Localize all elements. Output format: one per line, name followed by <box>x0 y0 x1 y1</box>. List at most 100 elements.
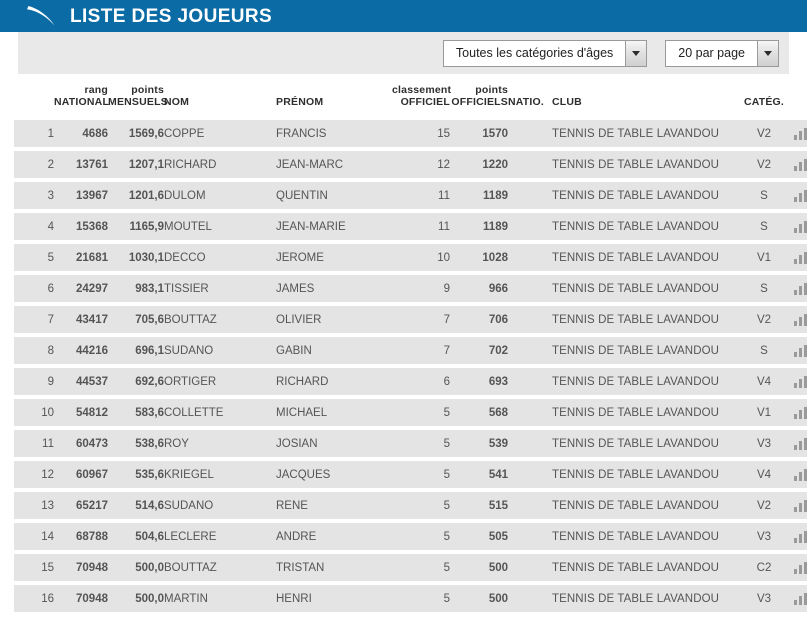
cell-rang-national[interactable]: 60473 <box>54 430 108 458</box>
bar-chart-icon[interactable] <box>793 313 807 326</box>
bar-chart-icon[interactable] <box>793 592 807 605</box>
column-header-club[interactable]: CLUB <box>552 78 742 117</box>
cell-points-officiels[interactable]: 693 <box>450 368 508 396</box>
cell-stats[interactable] <box>786 368 807 396</box>
table-row[interactable]: 1 4686 1569,6 COPPE FRANCIS 15 1570 TENNIS DE T… <box>14 120 807 148</box>
cell-stats[interactable] <box>786 275 807 303</box>
column-header-stats <box>786 78 807 117</box>
column-header-rang-national[interactable]: rang NATIONAL <box>54 78 109 117</box>
cell-points-officiels[interactable]: 500 <box>450 585 508 613</box>
table-row[interactable]: 10 54812 583,6 COLLETTE MICHAEL 5 568 TENNIS DE… <box>14 399 807 427</box>
cell-points-officiels[interactable]: 539 <box>450 430 508 458</box>
table-row[interactable]: 15 70948 500,0 BOUTTAZ TRISTAN 5 500 TENNIS DE … <box>14 554 807 582</box>
column-header-natio[interactable]: NATIO. <box>508 78 552 117</box>
cell-points-mensuels: 535,6 <box>108 461 164 489</box>
cell-stats[interactable] <box>786 554 807 582</box>
bar-chart-icon[interactable] <box>793 468 807 481</box>
cell-rang-national[interactable]: 54812 <box>54 399 108 427</box>
cell-points-officiels[interactable]: 1189 <box>450 182 508 210</box>
table-row[interactable]: 8 44216 696,1 SUDANO GABIN 7 702 TENNIS DE TABL… <box>14 337 807 365</box>
table-row[interactable]: 14 68788 504,6 LECLERE ANDRE 5 505 TENNIS DE TA… <box>14 523 807 551</box>
cell-stats[interactable] <box>786 306 807 334</box>
cell-rang-national[interactable]: 24297 <box>54 275 108 303</box>
cell-stats[interactable] <box>786 337 807 365</box>
column-header-classement-officiel[interactable]: classement OFFICIEL <box>392 78 451 117</box>
cell-stats[interactable] <box>786 244 807 272</box>
caret-glyph <box>764 50 772 56</box>
cell-stats[interactable] <box>786 461 807 489</box>
chevron-down-icon[interactable] <box>625 40 647 66</box>
bar-chart-icon[interactable] <box>793 375 807 388</box>
column-header-nom[interactable]: NOM <box>164 78 276 117</box>
table-row[interactable]: 2 13761 1207,1 RICHARD JEAN-MARC 12 1220 TENNIS… <box>14 151 807 179</box>
column-header-prenom[interactable]: PRÉNOM <box>276 78 392 117</box>
bar-chart-icon[interactable] <box>793 127 807 140</box>
cell-points-officiels[interactable]: 500 <box>450 554 508 582</box>
cell-rang-national[interactable]: 13761 <box>54 151 108 179</box>
table-row[interactable]: 3 13967 1201,6 DULOM QUENTIN 11 1189 TENNIS DE … <box>14 182 807 210</box>
cell-points-officiels[interactable]: 706 <box>450 306 508 334</box>
cell-rang-national[interactable]: 13967 <box>54 182 108 210</box>
cell-stats[interactable] <box>786 430 807 458</box>
cell-stats[interactable] <box>786 585 807 613</box>
bar-chart-icon[interactable] <box>793 561 807 574</box>
bar-chart-icon[interactable] <box>793 220 807 233</box>
table-row[interactable]: 16 70948 500,0 MARTIN HENRI 5 500 TENNIS DE TAB… <box>14 585 807 613</box>
page-size-select[interactable]: 20 par page <box>665 39 779 67</box>
table-row[interactable]: 11 60473 538,6 ROY JOSIAN 5 539 TENNIS DE TABLE… <box>14 430 807 458</box>
cell-rang-national[interactable]: 70948 <box>54 585 108 613</box>
cell-points-officiels[interactable]: 1189 <box>450 213 508 241</box>
bar-chart-icon[interactable] <box>793 437 807 450</box>
cell-rang-national[interactable]: 21681 <box>54 244 108 272</box>
cell-rang-national[interactable]: 65217 <box>54 492 108 520</box>
column-header-points-officiels[interactable]: points OFFICIELS <box>450 78 508 117</box>
cell-stats[interactable] <box>786 120 807 148</box>
cell-rang-national[interactable]: 44537 <box>54 368 108 396</box>
bar-chart-icon[interactable] <box>793 344 807 357</box>
cell-rang-national[interactable]: 70948 <box>54 554 108 582</box>
column-header-points-mensuels[interactable]: points MENSUELS <box>108 78 168 117</box>
bar-chart-icon[interactable] <box>793 189 807 202</box>
cell-points-mensuels: 983,1 <box>108 275 164 303</box>
cell-rang-national[interactable]: 60967 <box>54 461 108 489</box>
bar-chart-icon[interactable] <box>793 282 807 295</box>
cell-rang-national[interactable]: 43417 <box>54 306 108 334</box>
table-row[interactable]: 12 60967 535,6 KRIEGEL JACQUES 5 541 TENNIS DE … <box>14 461 807 489</box>
table-row[interactable]: 6 24297 983,1 TISSIER JAMES 9 966 TENNIS DE TAB… <box>14 275 807 303</box>
cell-stats[interactable] <box>786 399 807 427</box>
cell-rang-national[interactable]: 4686 <box>54 120 108 148</box>
table-row[interactable]: 9 44537 692,6 ORTIGER RICHARD 6 693 TENNIS DE T… <box>14 368 807 396</box>
cell-stats[interactable] <box>786 213 807 241</box>
table-row[interactable]: 4 15368 1165,9 MOUTEL JEAN-MARIE 11 1189 TENNIS… <box>14 213 807 241</box>
bar-chart-icon[interactable] <box>793 158 807 171</box>
table-row[interactable]: 7 43417 705,6 BOUTTAZ OLIVIER 7 706 TENNIS DE T… <box>14 306 807 334</box>
cell-points-officiels[interactable]: 505 <box>450 523 508 551</box>
cell-natio <box>508 306 552 334</box>
cell-points-officiels[interactable]: 966 <box>450 275 508 303</box>
cell-points-officiels[interactable]: 541 <box>450 461 508 489</box>
cell-natio <box>508 585 552 613</box>
table-row[interactable]: 13 65217 514,6 SUDANO RENE 5 515 TENNIS DE TABL… <box>14 492 807 520</box>
cell-club: TENNIS DE TABLE LAVANDOU <box>552 182 742 210</box>
cell-stats[interactable] <box>786 151 807 179</box>
cell-rang-national[interactable]: 15368 <box>54 213 108 241</box>
chevron-down-icon[interactable] <box>757 40 778 66</box>
cell-rang-national[interactable]: 68788 <box>54 523 108 551</box>
cell-points-officiels[interactable]: 1570 <box>450 120 508 148</box>
cell-points-officiels[interactable]: 1220 <box>450 151 508 179</box>
bar-chart-icon[interactable] <box>793 251 807 264</box>
age-category-select[interactable]: Toutes les catégories d'âges <box>442 39 648 67</box>
cell-points-officiels[interactable]: 1028 <box>450 244 508 272</box>
column-header-categ[interactable]: CATÉG. <box>742 78 786 117</box>
bar-chart-icon[interactable] <box>793 499 807 512</box>
cell-points-officiels[interactable]: 515 <box>450 492 508 520</box>
cell-points-officiels[interactable]: 702 <box>450 337 508 365</box>
cell-rang-national[interactable]: 44216 <box>54 337 108 365</box>
cell-stats[interactable] <box>786 492 807 520</box>
bar-chart-icon[interactable] <box>793 406 807 419</box>
cell-stats[interactable] <box>786 182 807 210</box>
cell-points-officiels[interactable]: 568 <box>450 399 508 427</box>
bar-chart-icon[interactable] <box>793 530 807 543</box>
table-row[interactable]: 5 21681 1030,1 DECCO JEROME 10 1028 TENNIS DE T… <box>14 244 807 272</box>
cell-stats[interactable] <box>786 523 807 551</box>
